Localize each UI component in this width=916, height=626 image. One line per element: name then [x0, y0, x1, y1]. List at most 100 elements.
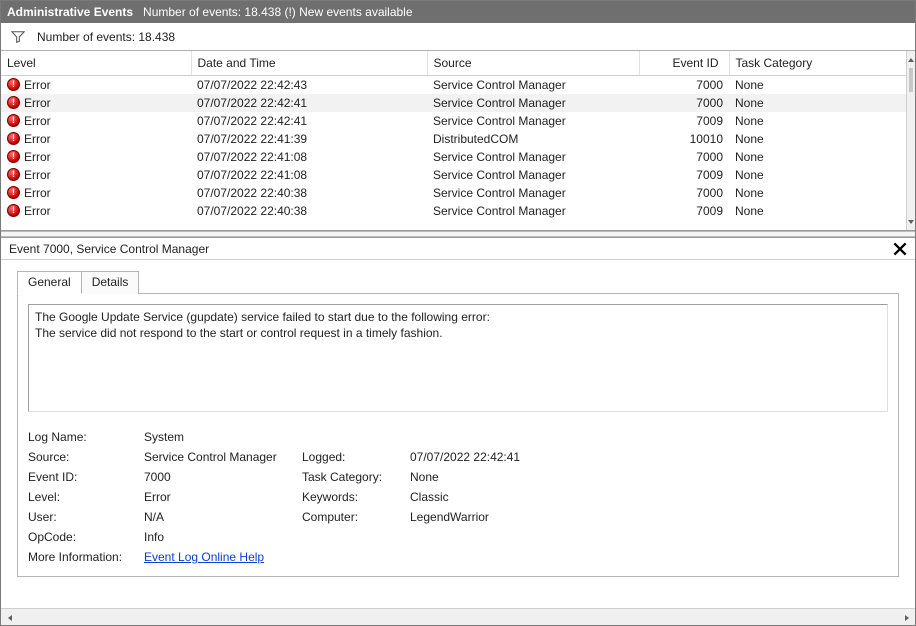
val-opcode: Info	[144, 530, 294, 544]
event-message[interactable]: The Google Update Service (gupdate) serv…	[28, 304, 888, 412]
val-user: N/A	[144, 510, 294, 524]
table-row[interactable]: Error 07/07/2022 22:40:38Service Control …	[1, 184, 906, 202]
cell-event-id: 7000	[639, 148, 729, 166]
scroll-thumb[interactable]	[909, 68, 913, 92]
events-table-wrap: Level Date and Time Source Event ID Task…	[1, 51, 906, 230]
lbl-event-id: Event ID:	[28, 470, 136, 484]
level-text: Error	[24, 186, 51, 200]
lbl-level: Level:	[28, 490, 136, 504]
cell-date: 07/07/2022 22:41:08	[191, 148, 427, 166]
lbl-opcode: OpCode:	[28, 530, 136, 544]
lbl-source: Source:	[28, 450, 136, 464]
event-message-line1: The Google Update Service (gupdate) serv…	[35, 309, 881, 325]
cell-date: 07/07/2022 22:40:38	[191, 202, 427, 220]
lbl-user: User:	[28, 510, 136, 524]
tabs: General Details	[17, 270, 899, 293]
tab-panel-general: The Google Update Service (gupdate) serv…	[17, 293, 899, 577]
val-log-name: System	[144, 430, 294, 444]
error-icon	[7, 204, 20, 217]
hscroll-track[interactable]	[18, 609, 898, 625]
col-header-task[interactable]: Task Category	[729, 51, 906, 75]
cell-source: Service Control Manager	[427, 166, 639, 184]
col-header-source[interactable]: Source	[427, 51, 639, 75]
titlebar: Administrative Events Number of events: …	[1, 1, 915, 23]
lbl-log-name: Log Name:	[28, 430, 136, 444]
titlebar-title: Administrative Events	[7, 5, 133, 19]
events-pane: Level Date and Time Source Event ID Task…	[1, 51, 915, 231]
cell-source: Service Control Manager	[427, 202, 639, 220]
cell-event-id: 10010	[639, 130, 729, 148]
filter-icon[interactable]	[11, 30, 25, 44]
cell-date: 07/07/2022 22:41:08	[191, 166, 427, 184]
lbl-logged: Logged:	[302, 450, 402, 464]
error-icon	[7, 186, 20, 199]
table-row[interactable]: Error 07/07/2022 22:40:38Service Control …	[1, 202, 906, 220]
link-online-help[interactable]: Event Log Online Help	[144, 550, 264, 564]
event-metadata: Log Name: System Source: Service Control…	[28, 430, 888, 564]
events-table: Level Date and Time Source Event ID Task…	[1, 51, 906, 220]
error-icon	[7, 150, 20, 163]
lbl-keywords: Keywords:	[302, 490, 402, 504]
close-icon[interactable]	[893, 242, 907, 256]
scroll-down-button[interactable]	[907, 213, 915, 230]
cell-task: None	[729, 148, 906, 166]
cell-event-id: 7009	[639, 202, 729, 220]
titlebar-subtitle: Number of events: 18.438 (!) New events …	[143, 5, 412, 19]
tab-general[interactable]: General	[17, 271, 82, 294]
cell-task: None	[729, 166, 906, 184]
detail-header-title: Event 7000, Service Control Manager	[9, 242, 209, 256]
val-task-category: None	[410, 470, 630, 484]
filter-bar: Number of events: 18.438	[1, 23, 915, 51]
level-text: Error	[24, 150, 51, 164]
tab-details[interactable]: Details	[81, 271, 140, 294]
cell-date: 07/07/2022 22:41:39	[191, 130, 427, 148]
cell-date: 07/07/2022 22:40:38	[191, 184, 427, 202]
scroll-up-button[interactable]	[907, 51, 915, 68]
scroll-track[interactable]	[907, 68, 915, 213]
hscroll-left-button[interactable]	[1, 609, 18, 626]
hscroll-right-button[interactable]	[898, 609, 915, 626]
error-icon	[7, 78, 20, 91]
level-text: Error	[24, 204, 51, 218]
cell-task: None	[729, 112, 906, 130]
cell-source: Service Control Manager	[427, 148, 639, 166]
lbl-task-category: Task Category:	[302, 470, 402, 484]
cell-task: None	[729, 75, 906, 94]
cell-date: 07/07/2022 22:42:43	[191, 75, 427, 94]
val-source: Service Control Manager	[144, 450, 294, 464]
cell-event-id: 7009	[639, 112, 729, 130]
cell-event-id: 7000	[639, 184, 729, 202]
events-table-header: Level Date and Time Source Event ID Task…	[1, 51, 906, 75]
error-icon	[7, 114, 20, 127]
level-text: Error	[24, 132, 51, 146]
cell-source: Service Control Manager	[427, 184, 639, 202]
table-row[interactable]: Error 07/07/2022 22:41:08Service Control …	[1, 148, 906, 166]
table-row[interactable]: Error 07/07/2022 22:41:08Service Control …	[1, 166, 906, 184]
cell-task: None	[729, 130, 906, 148]
cell-event-id: 7000	[639, 94, 729, 112]
cell-task: None	[729, 184, 906, 202]
detail-pane: Event 7000, Service Control Manager Gene…	[1, 237, 915, 625]
val-logged: 07/07/2022 22:42:41	[410, 450, 630, 464]
horizontal-scrollbar[interactable]	[1, 608, 915, 625]
event-count-text: Number of events: 18.438	[37, 30, 175, 44]
cell-source: Service Control Manager	[427, 94, 639, 112]
level-text: Error	[24, 168, 51, 182]
cell-source: Service Control Manager	[427, 112, 639, 130]
vertical-scrollbar[interactable]	[906, 51, 915, 230]
col-header-date[interactable]: Date and Time	[191, 51, 427, 75]
table-row[interactable]: Error07/07/2022 22:42:43Service Control …	[1, 75, 906, 94]
lbl-more-info: More Information:	[28, 550, 136, 564]
col-header-event-id[interactable]: Event ID	[639, 51, 729, 75]
table-row[interactable]: Error 07/07/2022 22:41:39DistributedCOM10…	[1, 130, 906, 148]
cell-task: None	[729, 202, 906, 220]
val-event-id: 7000	[144, 470, 294, 484]
cell-event-id: 7000	[639, 75, 729, 94]
table-row[interactable]: Error07/07/2022 22:42:41Service Control …	[1, 94, 906, 112]
cell-event-id: 7009	[639, 166, 729, 184]
events-table-body: Error07/07/2022 22:42:43Service Control …	[1, 75, 906, 220]
col-header-level[interactable]: Level	[1, 51, 191, 75]
val-computer: LegendWarrior	[410, 510, 630, 524]
table-row[interactable]: Error07/07/2022 22:42:41Service Control …	[1, 112, 906, 130]
cell-source: DistributedCOM	[427, 130, 639, 148]
